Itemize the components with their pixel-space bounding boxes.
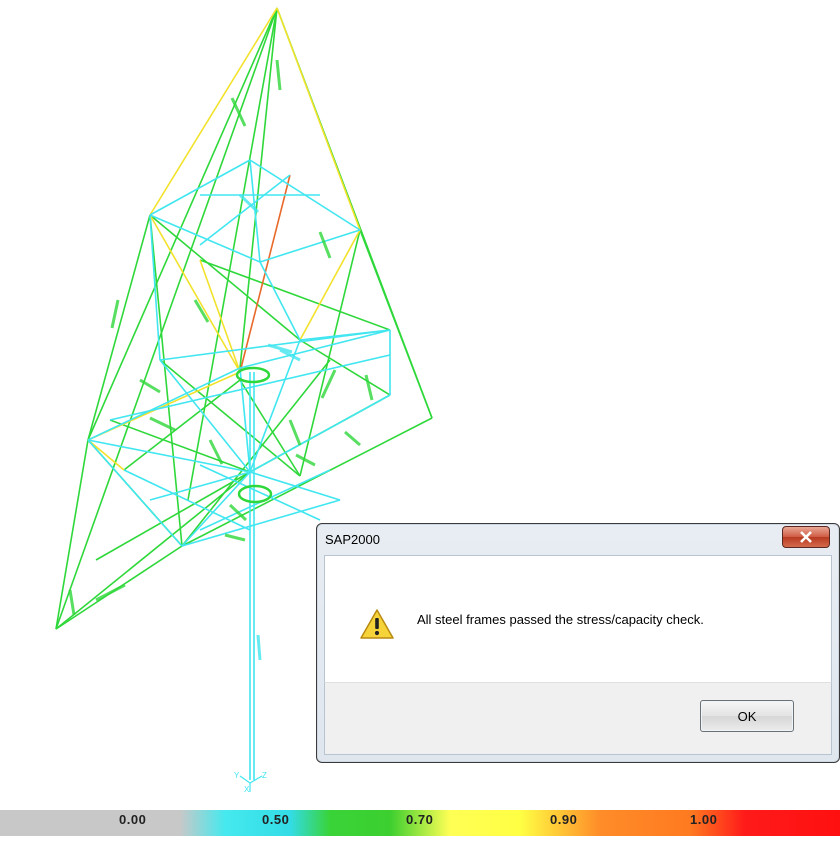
dialog-title: SAP2000 bbox=[325, 532, 380, 547]
axis-label-z: Z bbox=[262, 771, 267, 780]
dialog-footer: OK bbox=[324, 682, 832, 755]
close-button[interactable] bbox=[782, 526, 830, 548]
node-ring-upper bbox=[235, 366, 271, 384]
legend-tick-2: 0.70 bbox=[406, 812, 434, 827]
node-ring-lower bbox=[237, 484, 273, 504]
legend-tick-1: 0.50 bbox=[262, 812, 290, 827]
dialog-titlebar[interactable]: SAP2000 bbox=[317, 524, 839, 554]
close-icon bbox=[800, 531, 812, 543]
warning-icon bbox=[360, 609, 394, 639]
legend-tick-0: 0.00 bbox=[119, 812, 147, 827]
yellow-members bbox=[87, 7, 361, 471]
legend-tick-3: 0.90 bbox=[550, 812, 578, 827]
legend-tick-4: 1.00 bbox=[690, 812, 718, 827]
axis-label-x: X bbox=[244, 785, 250, 794]
axis-label-y: Y bbox=[234, 771, 240, 780]
message-dialog: SAP2000 All steel frames passed the stre… bbox=[316, 523, 840, 763]
ok-button[interactable]: OK bbox=[700, 700, 794, 732]
dialog-body: All steel frames passed the stress/capac… bbox=[324, 555, 832, 683]
dialog-message: All steel frames passed the stress/capac… bbox=[417, 612, 704, 627]
